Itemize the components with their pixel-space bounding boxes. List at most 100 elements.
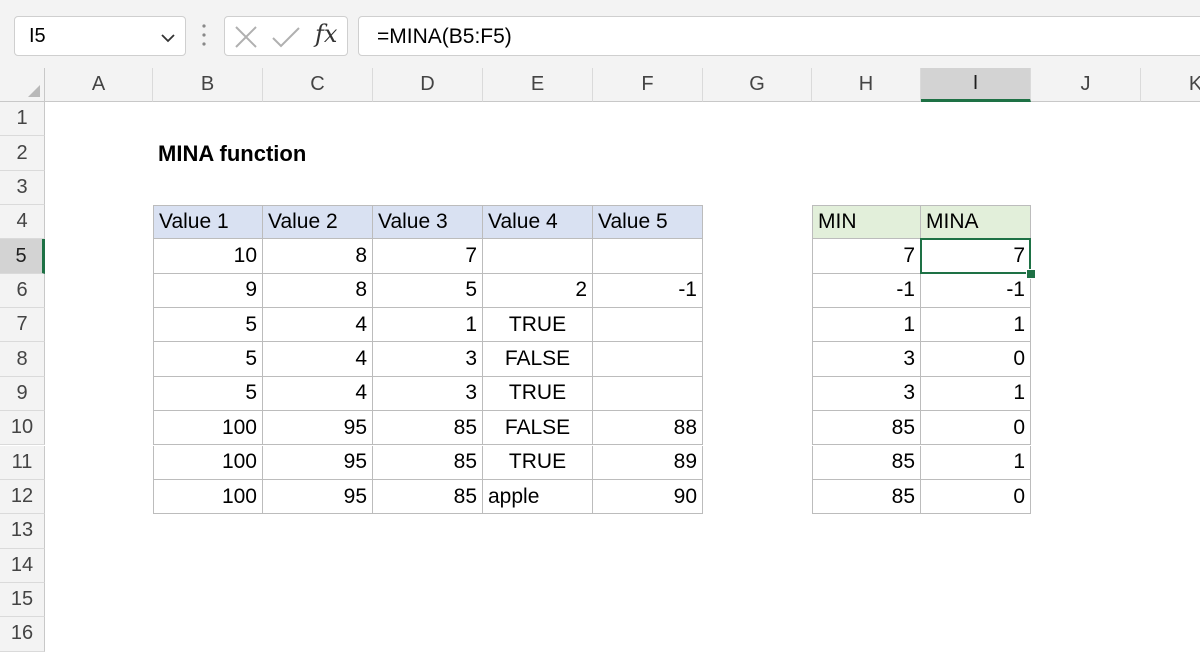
column-header-d[interactable]: D xyxy=(373,68,483,102)
result-table-cell[interactable]: 1 xyxy=(921,376,1031,412)
more-options-icon[interactable] xyxy=(198,20,210,50)
column-header-g[interactable]: G xyxy=(703,68,812,102)
data-table-cell[interactable] xyxy=(593,308,703,343)
data-table-cell[interactable]: 100 xyxy=(153,445,263,480)
data-table-cell[interactable]: 9 xyxy=(153,273,263,309)
row-header-9[interactable]: 9 xyxy=(0,376,45,412)
row-header-10[interactable]: 10 xyxy=(0,411,45,446)
column-header-b[interactable]: B xyxy=(153,68,263,102)
data-table-cell[interactable]: 5 xyxy=(373,273,483,309)
row-header-6[interactable]: 6 xyxy=(0,273,45,309)
data-table-cell[interactable]: 3 xyxy=(373,376,483,412)
data-table-cell[interactable]: 4 xyxy=(263,342,373,377)
row-header-11[interactable]: 11 xyxy=(0,445,45,480)
column-header-f[interactable]: F xyxy=(593,68,703,102)
row-header-15[interactable]: 15 xyxy=(0,582,45,618)
data-table-cell[interactable]: FALSE xyxy=(483,342,593,377)
data-table-cell[interactable]: 90 xyxy=(593,479,703,515)
result-table-header-cell[interactable]: MINA xyxy=(921,205,1031,240)
insert-function-icon[interactable]: fx xyxy=(315,20,337,48)
row-header-7[interactable]: 7 xyxy=(0,308,45,343)
row-header-1[interactable]: 1 xyxy=(0,102,45,137)
data-table-cell[interactable]: 85 xyxy=(373,479,483,515)
data-table-cell[interactable]: 4 xyxy=(263,308,373,343)
data-table-cell[interactable] xyxy=(593,239,703,274)
result-table-cell[interactable]: 1 xyxy=(812,308,921,343)
data-table-cell[interactable]: 8 xyxy=(263,239,373,274)
row-header-16[interactable]: 16 xyxy=(0,617,45,652)
data-table-cell[interactable]: 2 xyxy=(483,273,593,309)
check-icon[interactable] xyxy=(271,25,301,54)
data-table-cell[interactable]: 7 xyxy=(373,239,483,274)
column-header-k[interactable]: K xyxy=(1141,68,1200,102)
result-table-cell[interactable]: -1 xyxy=(921,273,1031,309)
result-table-cell[interactable]: 0 xyxy=(921,479,1031,515)
result-table-cell[interactable]: 0 xyxy=(921,342,1031,377)
data-table-cell[interactable]: 85 xyxy=(373,411,483,446)
result-table-header-cell[interactable]: MIN xyxy=(812,205,921,240)
data-table-cell[interactable] xyxy=(593,376,703,412)
result-table-cell[interactable]: 85 xyxy=(812,445,921,480)
result-table-cell[interactable]: 3 xyxy=(812,342,921,377)
row-header-8[interactable]: 8 xyxy=(0,342,45,377)
data-table-cell[interactable]: TRUE xyxy=(483,376,593,412)
data-table-cell[interactable]: 95 xyxy=(263,479,373,515)
data-table-cell[interactable]: apple xyxy=(483,479,593,515)
formula-input[interactable]: =MINA(B5:F5) xyxy=(358,16,1200,56)
row-header-14[interactable]: 14 xyxy=(0,548,45,583)
sheet-title[interactable]: MINA function xyxy=(158,141,306,167)
column-header-i[interactable]: I xyxy=(921,68,1031,102)
result-table-cell[interactable]: 85 xyxy=(812,479,921,515)
row-header-2[interactable]: 2 xyxy=(0,136,45,171)
data-table-cell[interactable]: 85 xyxy=(373,445,483,480)
data-table-cell[interactable]: 5 xyxy=(153,376,263,412)
data-table-header-cell[interactable]: Value 3 xyxy=(373,205,483,240)
data-table-cell[interactable]: 100 xyxy=(153,479,263,515)
chevron-down-icon[interactable] xyxy=(161,30,175,48)
result-table-cell[interactable]: -1 xyxy=(812,273,921,309)
data-table-cell[interactable]: 10 xyxy=(153,239,263,274)
row-header-4[interactable]: 4 xyxy=(0,205,45,240)
data-table-cell[interactable]: 8 xyxy=(263,273,373,309)
data-table-cell[interactable]: TRUE xyxy=(483,308,593,343)
column-header-c[interactable]: C xyxy=(263,68,373,102)
data-table-cell[interactable] xyxy=(483,239,593,274)
column-header-a[interactable]: A xyxy=(45,68,153,102)
data-table-cell[interactable]: 100 xyxy=(153,411,263,446)
data-table-header-cell[interactable]: Value 2 xyxy=(263,205,373,240)
name-box[interactable]: I5 xyxy=(14,16,186,56)
result-table-cell[interactable]: 1 xyxy=(921,308,1031,343)
column-header-e[interactable]: E xyxy=(483,68,593,102)
data-table-cell[interactable]: 88 xyxy=(593,411,703,446)
result-table-cell[interactable]: 1 xyxy=(921,445,1031,480)
data-table-cell[interactable]: 5 xyxy=(153,308,263,343)
row-header-12[interactable]: 12 xyxy=(0,479,45,515)
data-table-cell[interactable]: FALSE xyxy=(483,411,593,446)
select-all-corner[interactable] xyxy=(0,68,45,102)
column-header-j[interactable]: J xyxy=(1031,68,1141,102)
data-table-cell[interactable]: 5 xyxy=(153,342,263,377)
data-table-cell[interactable]: 89 xyxy=(593,445,703,480)
data-table-cell[interactable] xyxy=(593,342,703,377)
result-table-cell[interactable]: 7 xyxy=(812,239,921,274)
data-table-header-cell[interactable]: Value 5 xyxy=(593,205,703,240)
data-table-cell[interactable]: 95 xyxy=(263,445,373,480)
row-header-13[interactable]: 13 xyxy=(0,514,45,549)
data-table-cell[interactable]: TRUE xyxy=(483,445,593,480)
data-table-cell[interactable]: 4 xyxy=(263,376,373,412)
row-header-3[interactable]: 3 xyxy=(0,170,45,206)
cancel-icon[interactable] xyxy=(233,25,259,54)
data-table-header-cell[interactable]: Value 4 xyxy=(483,205,593,240)
result-table-cell[interactable]: 3 xyxy=(812,376,921,412)
column-header-h[interactable]: H xyxy=(812,68,921,102)
result-table-cell[interactable]: 85 xyxy=(812,411,921,446)
data-table-cell[interactable]: -1 xyxy=(593,273,703,309)
data-table-cell[interactable]: 3 xyxy=(373,342,483,377)
data-table-header-cell[interactable]: Value 1 xyxy=(153,205,263,240)
row-header-5[interactable]: 5 xyxy=(0,239,45,274)
worksheet-grid[interactable]: A B C D E F G H I J K 1 2 3 4 5 6 7 8 9 10 11 12 13 14 15 16 MINA f… xyxy=(0,68,1200,652)
result-table-cell[interactable]: 0 xyxy=(921,411,1031,446)
data-table-cell[interactable]: 95 xyxy=(263,411,373,446)
data-table-cell[interactable]: 1 xyxy=(373,308,483,343)
fill-handle[interactable] xyxy=(1026,268,1036,279)
